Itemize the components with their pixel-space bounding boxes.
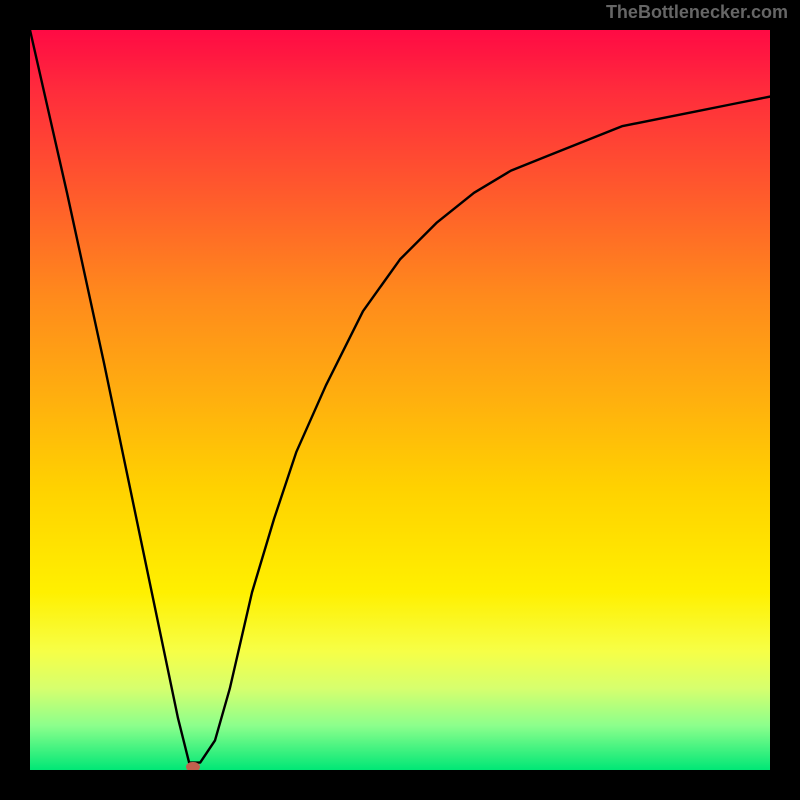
optimal-point-marker <box>186 762 200 770</box>
plot-area <box>30 30 770 770</box>
chart-root: TheBottlenecker.com <box>0 0 800 800</box>
source-watermark: TheBottlenecker.com <box>606 2 788 23</box>
bottleneck-curve <box>30 30 770 770</box>
